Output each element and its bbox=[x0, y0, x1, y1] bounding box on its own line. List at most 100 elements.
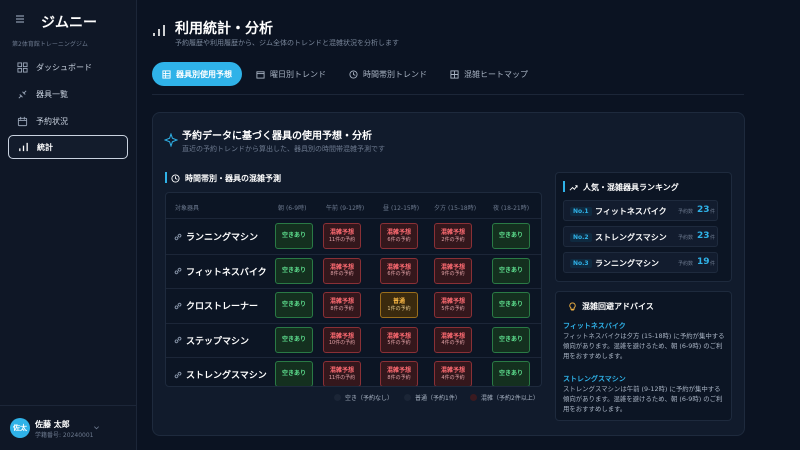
tab-heatmap[interactable]: 混雑ヒートマップ bbox=[450, 62, 528, 86]
chart-icon bbox=[153, 25, 165, 36]
nav-item-dashboard[interactable]: ダッシュボード bbox=[8, 55, 128, 79]
tab-label: 曜日別トレンド bbox=[270, 69, 326, 79]
forecast-cell-free: 空きあり bbox=[275, 223, 313, 249]
table-row-equipment-name: ランニングマシン bbox=[174, 230, 258, 243]
link-icon bbox=[174, 302, 182, 309]
legend-label: 普通（予約1件） bbox=[415, 395, 461, 402]
equipment-name-text: ステップマシン bbox=[186, 336, 250, 347]
nav-item-equipment[interactable]: 器具一覧 bbox=[8, 82, 128, 106]
clock-icon bbox=[349, 69, 358, 79]
legend-item: 普通（予約1件） bbox=[404, 393, 461, 402]
row-divider bbox=[166, 322, 541, 324]
page-subtitle: 予約履歴や利用履歴から、ジム全体のトレンドと混雑状況を分析します bbox=[175, 39, 399, 47]
rank-count: 23 bbox=[697, 205, 710, 215]
ranking-item[interactable]: No.2 ストレングスマシン 予約数 23 件 bbox=[563, 226, 718, 247]
header-divider bbox=[166, 218, 541, 219]
lightbulb-icon bbox=[569, 302, 576, 311]
cell-reservation-count: 11件の予約 bbox=[328, 374, 356, 381]
cell-status-label: 空きあり bbox=[498, 301, 523, 309]
sidebar-divider bbox=[0, 405, 137, 406]
user-name: 佐藤 太郎 bbox=[35, 420, 70, 429]
menu-icon[interactable] bbox=[14, 13, 26, 25]
cell-status-label: 混雑予想 bbox=[440, 229, 465, 237]
rank-count: 19 bbox=[697, 257, 710, 267]
row-divider bbox=[166, 253, 541, 255]
row-divider bbox=[166, 357, 541, 358]
cell-status-label: 空きあり bbox=[498, 370, 523, 378]
col-header-slot: 昼 (12-15時) bbox=[383, 205, 420, 212]
legend-dot bbox=[470, 394, 477, 401]
rank-badge: No.2 bbox=[570, 233, 592, 242]
forecast-section-title: 時間帯別・器具の混雑予測 bbox=[171, 173, 281, 184]
cell-status-label: 普通 bbox=[392, 298, 405, 306]
cell-reservation-count: 8件の予約 bbox=[330, 271, 354, 278]
cell-reservation-count: 4件の予約 bbox=[441, 340, 465, 347]
cell-reservation-count: 1件の予約 bbox=[387, 305, 411, 312]
legend-item: 混雑（予約2件以上） bbox=[470, 393, 539, 402]
forecast-cell-busy: 混雑予想 5件の予約 bbox=[380, 326, 418, 353]
tab-label: 器具別使用予想 bbox=[176, 69, 232, 79]
cell-reservation-count: 6件の予約 bbox=[387, 271, 411, 278]
cell-status-label: 空きあり bbox=[498, 335, 523, 343]
tab-weekday-trend[interactable]: 曜日別トレンド bbox=[256, 62, 326, 86]
cell-status-label: 混雑予想 bbox=[440, 367, 465, 375]
link-icon bbox=[174, 336, 182, 344]
row-divider bbox=[166, 288, 541, 289]
cell-status-label: 空きあり bbox=[281, 266, 306, 274]
tab-divider bbox=[152, 94, 744, 95]
forecast-cell-free: 空きあり bbox=[492, 292, 530, 318]
rank-equipment-name: ランニングマシン bbox=[595, 259, 659, 268]
advice-title: 混雑回避アドバイス bbox=[568, 301, 654, 312]
forecast-cell-busy: 混雑予想 10件の予約 bbox=[323, 326, 361, 353]
table-row-equipment-name: ステップマシン bbox=[174, 334, 249, 347]
brand: ジムニー bbox=[14, 13, 97, 31]
app-title: ジムニー bbox=[41, 15, 97, 31]
grid-icon bbox=[162, 69, 171, 79]
trending-up-icon bbox=[569, 185, 578, 191]
heatmap-icon bbox=[450, 69, 459, 79]
tab-equipment-forecast[interactable]: 器具別使用予想 bbox=[152, 62, 242, 86]
ranking-item[interactable]: No.3 ランニングマシン 予約数 19 件 bbox=[563, 252, 718, 273]
advice-text: ストレングスマシンは午前 (9-12時) に予約が集中する傾向があります。混雑を… bbox=[563, 385, 723, 413]
sidebar: ジムニー 第2体育館トレーニングジム ダッシュボード 器具一覧 予約状況 統計 … bbox=[0, 0, 137, 450]
cell-status-label: 混雑予想 bbox=[329, 367, 354, 375]
cell-status-label: 空きあり bbox=[281, 370, 306, 378]
legend-label: 空き（予約なし） bbox=[345, 395, 394, 402]
cell-status-label: 混雑予想 bbox=[329, 298, 354, 306]
forecast-cell-busy: 混雑予想 4件の予約 bbox=[434, 361, 472, 386]
section-accent-bar bbox=[165, 172, 167, 183]
ranking-title: 人気・混雑器具ランキング bbox=[569, 182, 679, 193]
link-icon bbox=[174, 233, 182, 240]
rank-count-label: 予約数 bbox=[678, 235, 694, 241]
rank-count-unit: 件 bbox=[710, 209, 716, 215]
forecast-cell-free: 空きあり bbox=[492, 361, 530, 386]
app-subtitle: 第2体育館トレーニングジム bbox=[12, 41, 88, 48]
advice-equipment-name: フィットネスバイク bbox=[563, 322, 626, 330]
nav-item-reservations[interactable]: 予約状況 bbox=[8, 109, 128, 133]
cell-status-label: 空きあり bbox=[498, 232, 523, 240]
table-row-equipment-name: ストレングスマシン bbox=[174, 368, 267, 381]
page-title: 利用統計・分析 bbox=[175, 21, 273, 37]
rank-badge: No.3 bbox=[570, 259, 592, 268]
rank-badge: No.1 bbox=[570, 207, 592, 216]
avatar[interactable]: 佐太 bbox=[10, 418, 30, 438]
ranking-title-text: 人気・混雑器具ランキング bbox=[583, 183, 679, 192]
forecast-cell-free: 空きあり bbox=[492, 223, 530, 249]
chevron-down-icon[interactable] bbox=[93, 424, 100, 431]
nav-item-stats[interactable]: 統計 bbox=[8, 135, 128, 159]
cell-reservation-count: 6件の予約 bbox=[387, 236, 411, 243]
tab-label: 混雑ヒートマップ bbox=[464, 69, 528, 79]
rank-count-unit: 件 bbox=[710, 235, 716, 241]
nav-label: ダッシュボード bbox=[36, 62, 92, 72]
rank-count-label: 予約数 bbox=[678, 261, 694, 267]
col-header-equipment: 対象器具 bbox=[175, 205, 200, 212]
ranking-item[interactable]: No.1 フィットネスバイク 予約数 23 件 bbox=[563, 200, 718, 221]
tab-timeslot-trend[interactable]: 時間帯別トレンド bbox=[349, 62, 427, 86]
cell-reservation-count: 11件の予約 bbox=[328, 236, 356, 243]
forecast-table: 対象器具 朝 (6-9時) 午前 (9-12時) 昼 (12-15時) 夕方 (… bbox=[165, 192, 542, 387]
cell-reservation-count: 5件の予約 bbox=[441, 305, 465, 312]
forecast-cell-busy: 混雑予想 9件の予約 bbox=[434, 257, 472, 284]
cell-status-label: 空きあり bbox=[281, 301, 306, 309]
calendar-icon bbox=[256, 70, 265, 79]
link-icon bbox=[174, 267, 182, 275]
